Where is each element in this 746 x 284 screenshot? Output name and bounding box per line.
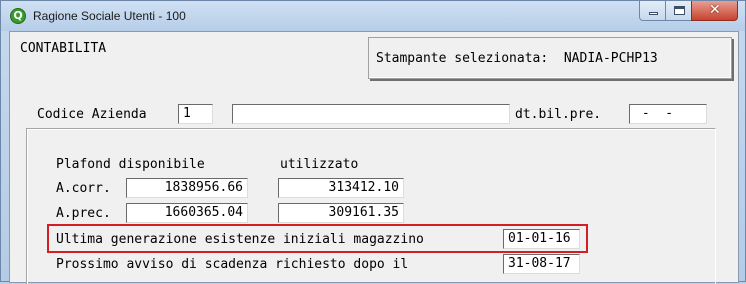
close-button[interactable]: ✕	[691, 1, 738, 21]
client-area: CONTABILITA Stampante selezionata: NADIA…	[9, 31, 739, 284]
maximize-button[interactable]	[665, 1, 692, 21]
plafond-available-header: Plafond disponibile	[56, 157, 205, 172]
plafond-used-header: utilizzato	[280, 157, 359, 172]
next-notice-field[interactable]: 31-08-17	[503, 254, 580, 274]
row-previous-label: A.prec.	[56, 206, 111, 221]
printer-button[interactable]: Stampante selezionata: NADIA-PCHP13	[368, 37, 732, 79]
title-bar[interactable]: Q Ragione Sociale Utenti - 100 ✕	[1, 1, 745, 31]
printer-caption: Stampante selezionata:	[376, 51, 549, 66]
current-available-field[interactable]: 1838956.66	[126, 178, 248, 198]
maximize-icon	[674, 6, 685, 15]
minimize-button[interactable]	[639, 1, 666, 21]
company-name-field[interactable]	[232, 104, 510, 124]
qlik-app-icon[interactable]: Q	[10, 8, 26, 24]
dtbil-field[interactable]: - -	[629, 104, 707, 124]
minimize-icon	[649, 12, 658, 15]
window-title: Ragione Sociale Utenti - 100	[33, 9, 186, 23]
highlight-rectangle	[47, 224, 588, 253]
previous-available-field[interactable]: 1660365.04	[126, 203, 248, 223]
section-title: CONTABILITA	[20, 41, 107, 56]
row-current-label: A.corr.	[56, 181, 111, 196]
application-window: Q Ragione Sociale Utenti - 100 ✕ CONTABI…	[0, 0, 746, 284]
printer-name: NADIA-PCHP13	[563, 51, 658, 66]
dtbil-label: dt.bil.pre.	[515, 107, 602, 122]
previous-used-field[interactable]: 309161.35	[278, 203, 404, 223]
printer-label: Stampante selezionata: NADIA-PCHP13	[376, 51, 658, 66]
next-notice-label: Prossimo avviso di scadenza richiesto do…	[56, 257, 409, 272]
company-code-label: Codice Azienda	[37, 107, 147, 122]
close-icon: ✕	[709, 2, 721, 18]
company-code-field[interactable]: 1	[178, 104, 213, 124]
current-used-field[interactable]: 313412.10	[278, 178, 404, 198]
